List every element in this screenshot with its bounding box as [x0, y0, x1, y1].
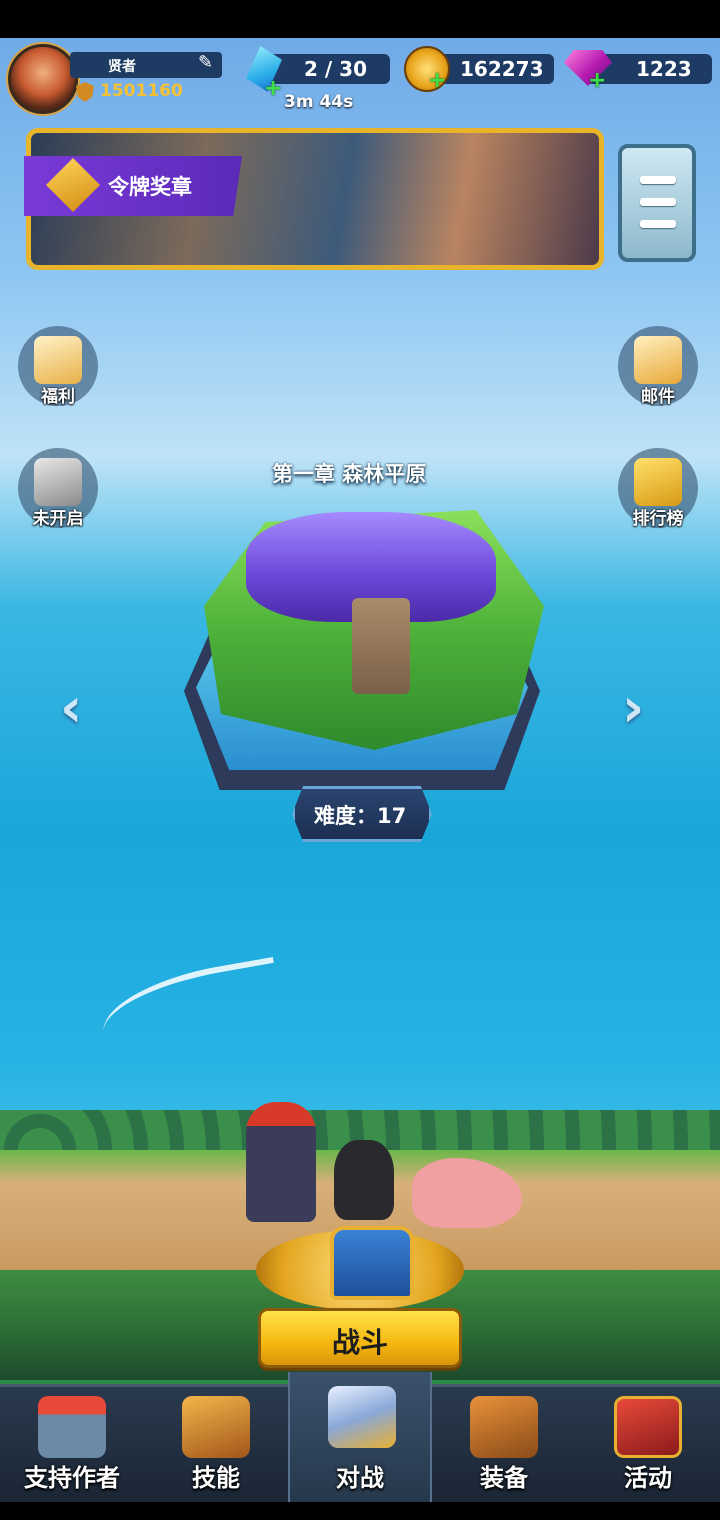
- player-name: 贤者: [108, 59, 136, 75]
- banner-label: 令牌奖章: [108, 175, 192, 199]
- menu-line: [640, 176, 676, 184]
- tab-battle[interactable]: 对战: [288, 1372, 432, 1502]
- next-stage-arrow-icon[interactable]: ›: [622, 676, 644, 739]
- player-power: 1501160: [100, 81, 183, 101]
- shop-icon: [38, 1396, 106, 1458]
- locked-trophy-icon: [34, 458, 82, 506]
- tree-trunk: [352, 598, 410, 694]
- menu-line: [640, 220, 676, 228]
- energy-value: 2 / 30: [304, 57, 367, 81]
- tab-support-author[interactable]: 支持作者: [0, 1386, 144, 1502]
- tab-label: 对战: [336, 1464, 384, 1492]
- energy-timer: 3m 44s: [284, 92, 354, 112]
- ranking-podium-icon: [634, 458, 682, 506]
- tab-label: 活动: [624, 1464, 672, 1492]
- add-energy-icon[interactable]: +: [264, 76, 282, 101]
- locked-feature-button[interactable]: 未开启: [18, 448, 98, 529]
- locked-feature-label: 未开启: [32, 509, 84, 529]
- add-gold-icon[interactable]: +: [428, 68, 446, 93]
- status-bar: [0, 0, 720, 38]
- difficulty-label: 难度：17: [314, 804, 407, 828]
- player-avatar[interactable]: [8, 44, 78, 114]
- shadow-enemy: [334, 1140, 394, 1220]
- tab-equipment[interactable]: 装备: [432, 1386, 576, 1502]
- gold-value: 162273: [460, 57, 544, 81]
- wave-decoration: [95, 956, 285, 1054]
- power-shield-icon: [76, 82, 94, 102]
- game-screen: 贤者 ✎ 1501160 + 2 / 30 3m 44s + 162273 + …: [0, 0, 720, 1520]
- ranking-button[interactable]: 排行榜: [618, 448, 698, 529]
- tab-label: 技能: [192, 1464, 240, 1492]
- mail-button[interactable]: 邮件: [618, 326, 698, 407]
- equipment-bag-icon: [470, 1396, 538, 1458]
- system-nav-bar: [0, 1502, 720, 1520]
- edit-name-icon[interactable]: ✎: [198, 52, 213, 73]
- add-gem-icon[interactable]: +: [588, 68, 606, 93]
- fight-button[interactable]: 战斗: [258, 1308, 462, 1368]
- chapter-title: 第一章 森林平原: [272, 462, 427, 486]
- tab-label: 装备: [480, 1464, 528, 1492]
- menu-button[interactable]: [618, 144, 696, 262]
- battle-shield-icon: [328, 1386, 396, 1448]
- mail-icon: [634, 336, 682, 384]
- ranking-label: 排行榜: [632, 509, 684, 529]
- tab-events[interactable]: 活动: [576, 1386, 720, 1502]
- gift-scroll-icon: [34, 336, 82, 384]
- prev-stage-arrow-icon[interactable]: ‹: [60, 676, 82, 739]
- event-badge-icon: [614, 1396, 682, 1458]
- menu-line: [640, 198, 676, 206]
- gem-value: 1223: [636, 57, 692, 81]
- treasure-chest-icon[interactable]: [330, 1226, 414, 1300]
- welfare-button[interactable]: 福利: [18, 326, 98, 407]
- welfare-label: 福利: [41, 387, 75, 407]
- tab-label: 支持作者: [24, 1464, 120, 1492]
- hero-character: [246, 1102, 316, 1222]
- mail-label: 邮件: [641, 387, 675, 407]
- skill-book-icon: [182, 1396, 250, 1458]
- fight-label: 战斗: [331, 1326, 388, 1359]
- tab-skills[interactable]: 技能: [144, 1386, 288, 1502]
